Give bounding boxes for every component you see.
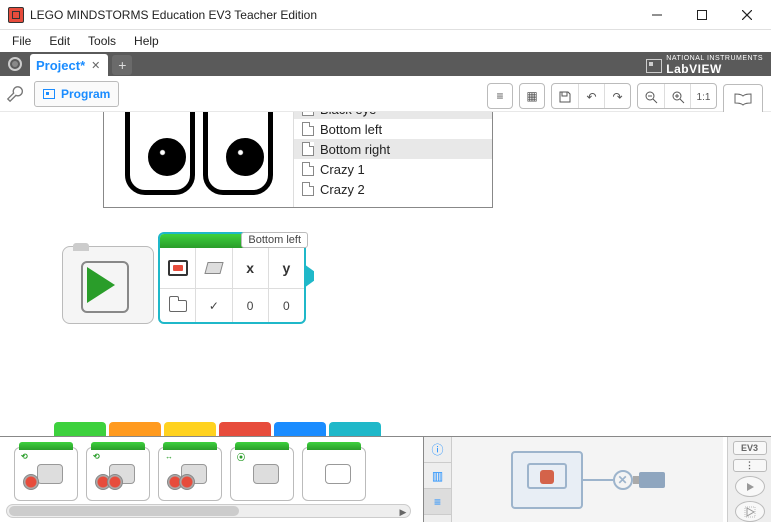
ev3-label[interactable]: EV3 [733, 441, 767, 455]
menu-tools[interactable]: Tools [80, 32, 124, 50]
palette-tab-myblocks[interactable] [329, 422, 381, 436]
image-item-crazy-2[interactable]: Crazy 2 [294, 179, 492, 199]
run-controls: EV3 ⋮ [727, 437, 771, 522]
x-value[interactable]: 0 [233, 289, 269, 322]
titlebar: LEGO MINDSTORMS Education EV3 Teacher Ed… [0, 0, 771, 30]
image-item-bottom-left[interactable]: Bottom left [294, 119, 492, 139]
menu-help[interactable]: Help [126, 32, 167, 50]
file-icon [302, 182, 314, 196]
hardware-page: ⓘ ▥ ≡ ✕ [423, 437, 723, 522]
hardware-tabs: ⓘ ▥ ≡ [424, 437, 452, 522]
file-icon [302, 142, 314, 156]
scroll-thumb[interactable] [9, 506, 239, 516]
image-picker-dropdown: Awake Black eye Bottom left Bottom right… [103, 112, 493, 208]
clear-value[interactable]: ✓ [196, 289, 232, 322]
image-item-black-eye[interactable]: Black eye [294, 112, 492, 119]
palette-medium-motor[interactable]: ⟲ [14, 447, 78, 501]
eye-right-icon [203, 112, 273, 195]
palette-tab-data[interactable] [219, 422, 271, 436]
run-selected-button[interactable] [735, 501, 765, 522]
project-tab-label: Project* [36, 58, 85, 73]
display-filename[interactable]: Bottom left [241, 232, 308, 248]
download-button[interactable]: ⋮ [733, 459, 767, 472]
connection-line [583, 479, 613, 481]
close-button[interactable] [724, 0, 769, 30]
palette-items: ⟲ ⟲ ↔ ⦿ [14, 447, 366, 501]
grid-button[interactable]: ▦ [519, 83, 545, 109]
wrench-icon[interactable] [6, 85, 24, 103]
available-bricks-tab[interactable]: ≡ [424, 489, 451, 515]
image-item-bottom-right[interactable]: Bottom right [294, 139, 492, 159]
brick-info-tab[interactable]: ⓘ [424, 437, 451, 463]
program-icon [43, 89, 55, 99]
eye-left-icon [125, 112, 195, 195]
project-strip: Project* ✕ + NATIONAL INSTRUMENTS LabVIE… [0, 52, 771, 76]
display-mode-icon[interactable] [160, 248, 196, 288]
file-icon [302, 122, 314, 136]
file-icon [302, 112, 314, 116]
file-select[interactable] [160, 289, 196, 322]
palette: ⟲ ⟲ ↔ ⦿ ◀ ▶ ⓘ ▥ ≡ ✕ E [0, 422, 771, 522]
canvas[interactable]: Awake Black eye Bottom left Bottom right… [0, 112, 771, 422]
play-icon [87, 267, 115, 303]
palette-scrollbar[interactable]: ◀ ▶ [6, 504, 411, 518]
program-tab[interactable]: Program [34, 81, 119, 107]
image-list[interactable]: Awake Black eye Bottom left Bottom right… [294, 112, 492, 207]
palette-large-motor[interactable]: ⟲ [86, 447, 150, 501]
menu-edit[interactable]: Edit [41, 32, 78, 50]
file-group: ↶ ↷ [551, 83, 631, 109]
maximize-button[interactable] [679, 0, 724, 30]
zoom-in-button[interactable] [664, 84, 690, 109]
y-value[interactable]: 0 [269, 289, 304, 322]
block-connector [304, 264, 314, 288]
list-button[interactable]: ≡ [487, 83, 513, 109]
display-block[interactable]: Bottom left x y ✓ 0 0 [158, 232, 306, 324]
file-icon [302, 162, 314, 176]
toolbar: Program ≡ ▦ ↶ ↷ 1:1 [0, 76, 771, 112]
port-view-tab[interactable]: ▥ [424, 463, 451, 489]
palette-tab-flow[interactable] [109, 422, 161, 436]
palette-bar: ⟲ ⟲ ↔ ⦿ ◀ ▶ ⓘ ▥ ≡ ✕ E [0, 436, 771, 522]
menu-file[interactable]: File [4, 32, 39, 50]
palette-tabs [54, 422, 771, 436]
undo-button[interactable]: ↶ [578, 84, 604, 109]
block-sequence: Bottom left x y ✓ 0 0 [62, 232, 306, 324]
palette-move-tank[interactable]: ⦿ [230, 447, 294, 501]
menubar: File Edit Tools Help [0, 30, 771, 52]
redo-button[interactable]: ↷ [604, 84, 630, 109]
palette-tab-action[interactable] [54, 422, 106, 436]
zoom-fit-button[interactable]: 1:1 [690, 84, 716, 109]
folder-icon [169, 300, 187, 312]
disconnected-icon: ✕ [613, 470, 633, 490]
connection-diagram: ✕ [452, 437, 723, 522]
add-project-tab[interactable]: + [112, 55, 132, 75]
x-label: x [233, 248, 269, 288]
lobby-button[interactable] [0, 52, 30, 76]
zoom-out-button[interactable] [638, 84, 664, 109]
window-title: LEGO MINDSTORMS Education EV3 Teacher Ed… [30, 8, 634, 22]
program-tab-label: Program [61, 87, 110, 101]
image-item-crazy-1[interactable]: Crazy 1 [294, 159, 492, 179]
start-block[interactable] [62, 246, 154, 324]
y-label: y [269, 248, 304, 288]
minimize-button[interactable] [634, 0, 679, 30]
palette-display[interactable] [302, 447, 366, 501]
palette-move-steering[interactable]: ↔ [158, 447, 222, 501]
zoom-group: 1:1 [637, 83, 717, 109]
palette-tab-advanced[interactable] [274, 422, 326, 436]
project-tab[interactable]: Project* ✕ [30, 54, 108, 76]
scroll-right-icon[interactable]: ▶ [396, 505, 410, 519]
app-icon [8, 7, 24, 23]
save-button[interactable] [552, 84, 578, 109]
run-button[interactable] [735, 476, 765, 497]
project-tab-close[interactable]: ✕ [89, 59, 102, 72]
usb-icon [639, 472, 665, 488]
palette-tab-sensor[interactable] [164, 422, 216, 436]
content-editor-button[interactable] [723, 84, 763, 112]
labview-logo: NATIONAL INSTRUMENTS LabVIEW [646, 55, 763, 76]
clear-screen-icon[interactable] [196, 248, 232, 288]
image-preview [104, 112, 294, 207]
brick-icon [511, 451, 583, 509]
